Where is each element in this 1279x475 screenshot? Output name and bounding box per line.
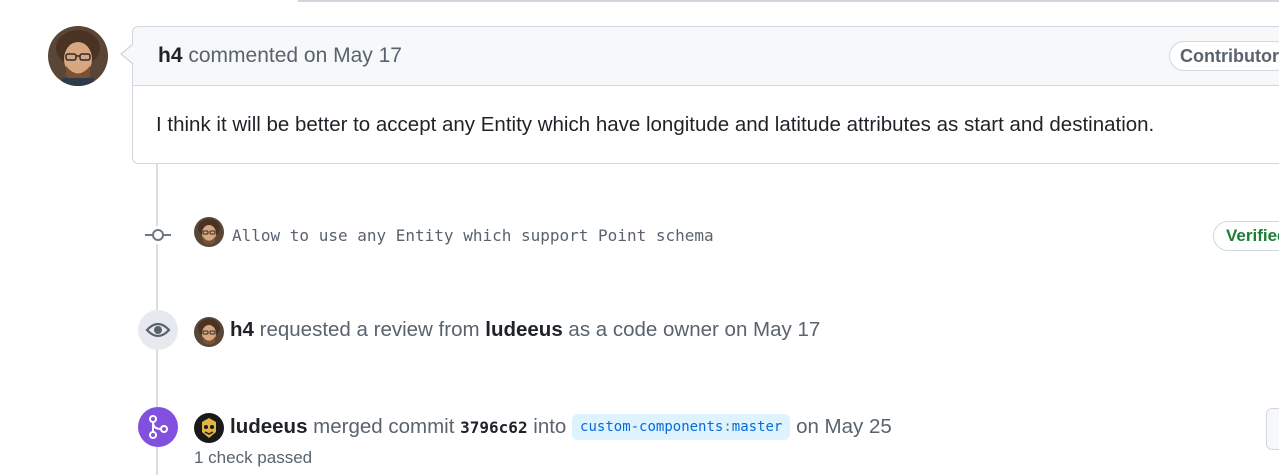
- commit-author-avatar[interactable]: [194, 217, 224, 247]
- branch-repo: custom-components: [580, 419, 724, 435]
- reviewer-link[interactable]: ludeeus: [485, 318, 562, 341]
- merge-into-text: into: [533, 415, 567, 438]
- commit-sha-link[interactable]: 3796c62: [460, 418, 527, 437]
- comment-author-link[interactable]: h4: [158, 44, 183, 67]
- review-requester-link[interactable]: h4: [230, 318, 254, 341]
- git-merge-icon: [138, 407, 178, 447]
- contributor-badge: Contributor: [1169, 41, 1279, 71]
- comment-action-text[interactable]: commented on May 17: [188, 44, 402, 67]
- user-avatar-image: [194, 217, 224, 247]
- revert-button[interactable]: [1266, 408, 1279, 450]
- comment-caret-fill: [122, 45, 133, 63]
- merge-event: ludeeus merged commit 3796c62 into custo…: [230, 414, 892, 440]
- ludeeus-avatar-image: [194, 413, 224, 443]
- user-avatar-image: [48, 26, 108, 86]
- branch-name: master: [731, 419, 783, 435]
- git-commit-icon: [143, 226, 173, 244]
- review-request-text: requested a review from: [259, 318, 480, 341]
- comment-body: I think it will be better to accept any …: [156, 113, 1155, 136]
- user-avatar-image: [194, 317, 224, 347]
- tab-active-gap: [0, 0, 298, 2]
- merger-link[interactable]: ludeeus: [230, 415, 307, 438]
- review-requester-avatar[interactable]: [194, 317, 224, 347]
- avatar[interactable]: [48, 26, 108, 86]
- merger-avatar[interactable]: [194, 413, 224, 443]
- comment-header-text: h4 commented on May 17: [158, 44, 402, 68]
- comment-box: h4 commented on May 17 Contributor I thi…: [132, 26, 1279, 164]
- eye-icon: [138, 310, 178, 350]
- review-request-event: h4 requested a review from ludeeus as a …: [230, 318, 820, 342]
- merge-date-link[interactable]: on May 25: [796, 415, 892, 438]
- verified-badge[interactable]: Verified: [1213, 221, 1279, 251]
- comment-header: h4 commented on May 17 Contributor: [133, 27, 1279, 86]
- branch-separator: :: [723, 419, 732, 435]
- checks-status[interactable]: 1 check passed: [194, 448, 312, 468]
- review-request-suffix[interactable]: as a code owner on May 17: [568, 318, 820, 341]
- branch-tag[interactable]: custom-components:master: [572, 414, 791, 440]
- commit-message-link[interactable]: Allow to use any Entity which support Po…: [232, 226, 714, 245]
- merge-text: merged commit: [313, 415, 455, 438]
